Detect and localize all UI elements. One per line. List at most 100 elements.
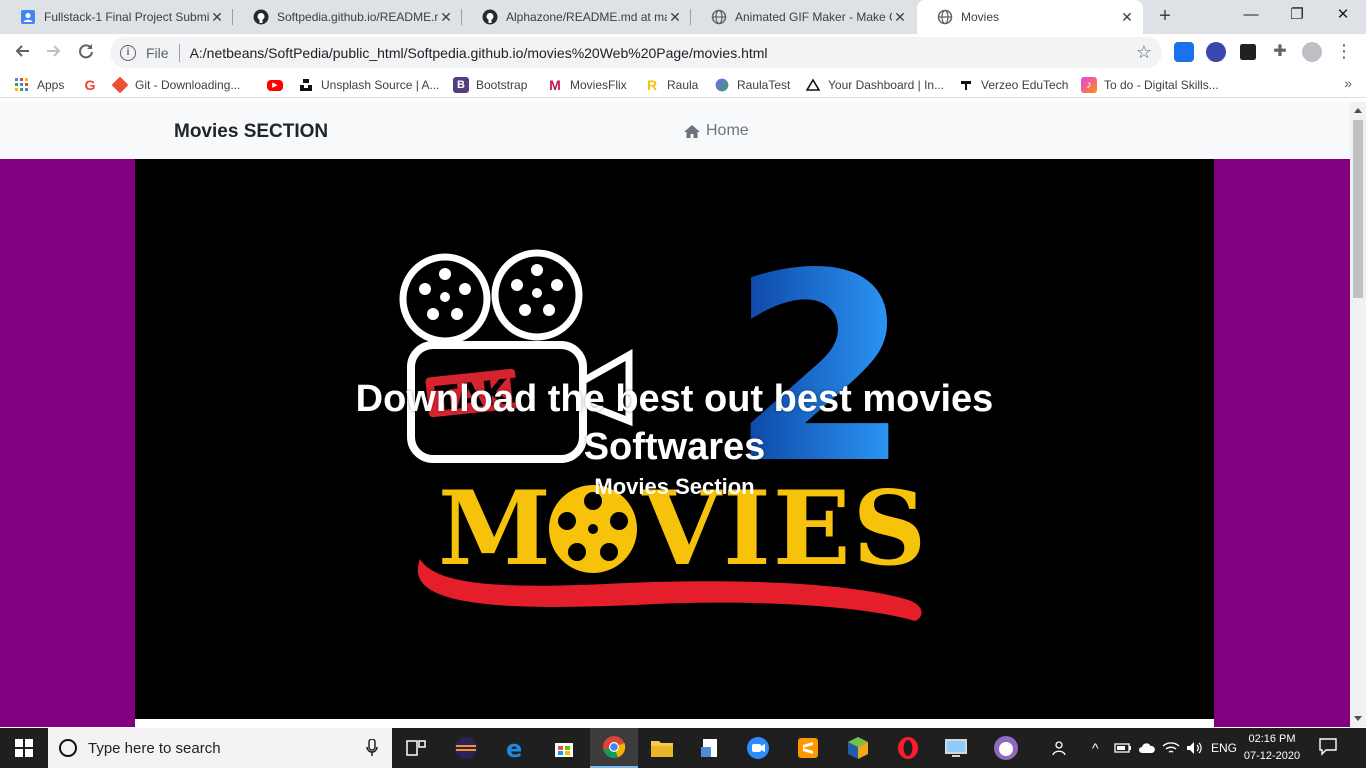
- bookmark-verzeo[interactable]: Verzeo EduTech: [958, 76, 1068, 94]
- reload-button[interactable]: [72, 39, 100, 67]
- tab-title: Movies: [961, 10, 1000, 24]
- cube-extension-icon[interactable]: [1240, 44, 1256, 60]
- tab-alphazone-readme[interactable]: Alphazone/README.md at ma ✕: [462, 0, 691, 34]
- bookmark-youtube[interactable]: ▶: [267, 76, 290, 94]
- forward-button[interactable]: [40, 39, 68, 67]
- chevron-up-icon[interactable]: ^: [1092, 728, 1099, 768]
- language-indicator[interactable]: ENG: [1211, 728, 1237, 768]
- clock-time: 02:16 PM: [1248, 733, 1296, 745]
- forward-arrow-icon: [47, 45, 61, 57]
- info-icon[interactable]: i: [120, 44, 136, 61]
- back-button[interactable]: [8, 39, 36, 67]
- address-bar[interactable]: i File A:/netbeans/SoftPedia/public_html…: [110, 37, 1162, 68]
- google-icon: G: [84, 77, 96, 93]
- start-button[interactable]: [0, 728, 48, 768]
- close-icon[interactable]: ✕: [438, 9, 454, 25]
- more-bookmarks-icon[interactable]: »: [1344, 75, 1352, 91]
- store-icon[interactable]: [540, 728, 588, 768]
- cat-app-icon[interactable]: [982, 728, 1030, 768]
- close-icon[interactable]: ✕: [1119, 9, 1135, 25]
- bookmark-dashboard[interactable]: Your Dashboard | In...: [805, 76, 944, 94]
- close-icon[interactable]: ✕: [209, 9, 225, 25]
- tab-gif-maker[interactable]: Animated GIF Maker - Make G ✕: [691, 0, 916, 34]
- back-arrow-icon: [15, 45, 29, 57]
- bookmark-apps[interactable]: Apps: [14, 76, 64, 94]
- page-scrollbar[interactable]: [1350, 102, 1366, 727]
- microphone-icon[interactable]: [366, 738, 378, 761]
- navbar-brand[interactable]: Movies SECTION: [174, 121, 328, 143]
- windows-taskbar: Type here to search e ^ ENG 02:16 PM 07-…: [0, 728, 1366, 768]
- raula-icon: R: [646, 77, 658, 93]
- menu-kebab-icon[interactable]: ⋮: [1334, 42, 1354, 62]
- puzzle-extensions-icon[interactable]: ✚: [1270, 42, 1290, 62]
- eclipse-icon[interactable]: [442, 728, 490, 768]
- close-window-button[interactable]: ✕: [1320, 0, 1366, 32]
- installer-icon[interactable]: [686, 728, 734, 768]
- edge-icon[interactable]: e: [492, 728, 540, 768]
- chrome-icon[interactable]: [590, 728, 638, 768]
- people-icon[interactable]: [1052, 728, 1070, 768]
- new-tab-button[interactable]: +: [1153, 4, 1177, 28]
- volume-icon[interactable]: [1186, 728, 1204, 768]
- bookmark-raulatest[interactable]: RaulaTest: [714, 76, 790, 94]
- system-clock[interactable]: 02:16 PM 07-12-2020: [1240, 731, 1304, 765]
- url-text: A:/netbeans/SoftPedia/public_html/Softpe…: [189, 44, 768, 61]
- bookmark-google[interactable]: G: [82, 76, 105, 94]
- scroll-up-arrow-icon[interactable]: [1354, 108, 1362, 113]
- wifi-icon[interactable]: [1162, 728, 1180, 768]
- tab-title: Animated GIF Maker - Make G: [735, 10, 892, 24]
- shield-extension-icon[interactable]: [1174, 42, 1194, 62]
- profile-avatar-icon[interactable]: [1302, 42, 1322, 62]
- close-icon[interactable]: ✕: [667, 9, 683, 25]
- search-icon: [59, 739, 77, 757]
- bookmark-git[interactable]: Git - Downloading...: [111, 76, 240, 94]
- nav-home-label: Home: [706, 122, 749, 139]
- close-icon[interactable]: ✕: [892, 9, 908, 25]
- globe-icon: [711, 9, 727, 25]
- tab-softpedia-readme[interactable]: Softpedia.github.io/README.m ✕: [233, 0, 462, 34]
- git-icon: [111, 76, 129, 94]
- bookmark-moviesflix[interactable]: M MoviesFlix: [547, 76, 627, 94]
- search-placeholder: Type here to search: [88, 739, 221, 757]
- nav-home-link[interactable]: Home: [683, 122, 749, 140]
- hero-banner: 2 TAKE MOVIES Download the best out best…: [135, 159, 1214, 719]
- scrollbar-thumb[interactable]: [1353, 120, 1363, 298]
- tab-strip: Fullstack-1 Final Project Submi ✕ Softpe…: [0, 0, 1366, 34]
- extension-icon[interactable]: [1206, 42, 1226, 62]
- page-viewport: Movies SECTION Home 2 TAKE MOVIES Downlo…: [0, 102, 1350, 727]
- site-navbar: Movies SECTION Home: [0, 102, 1350, 159]
- taskbar-search-box[interactable]: Type here to search: [48, 728, 392, 768]
- tab-title: Fullstack-1 Final Project Submi: [44, 10, 209, 24]
- bookmark-bootstrap[interactable]: B Bootstrap: [453, 76, 527, 94]
- opera-icon[interactable]: [884, 728, 932, 768]
- bookmark-label: Verzeo EduTech: [981, 78, 1069, 92]
- virtualbox-icon[interactable]: [834, 728, 882, 768]
- reload-icon: [79, 44, 93, 59]
- bookmark-label: Raula: [667, 78, 699, 92]
- bookmark-unsplash[interactable]: Unsplash Source | A...: [298, 76, 440, 94]
- apps-grid-icon: [14, 77, 30, 93]
- home-icon: [683, 124, 701, 139]
- action-center-icon[interactable]: [1318, 736, 1338, 761]
- bookmark-star-icon[interactable]: ☆: [1136, 42, 1152, 63]
- tab-fullstack[interactable]: Fullstack-1 Final Project Submi ✕: [0, 0, 233, 34]
- remote-desktop-icon[interactable]: [932, 728, 980, 768]
- bookmark-todo[interactable]: ♪ To do - Digital Skills...: [1081, 76, 1219, 94]
- tab-movies[interactable]: Movies ✕: [917, 0, 1143, 34]
- battery-icon[interactable]: [1114, 728, 1132, 768]
- minimize-button[interactable]: —: [1228, 0, 1274, 32]
- bookmark-raula[interactable]: R Raula: [644, 76, 698, 94]
- tab-title: Alphazone/README.md at ma: [506, 10, 667, 24]
- restore-button[interactable]: ❐: [1274, 0, 1320, 32]
- zoom-icon[interactable]: [734, 728, 782, 768]
- bookmark-label: To do - Digital Skills...: [1104, 78, 1219, 92]
- scroll-down-arrow-icon[interactable]: [1354, 716, 1362, 721]
- task-view-icon[interactable]: [392, 728, 440, 768]
- cloud-icon[interactable]: [1138, 728, 1156, 768]
- file-explorer-icon[interactable]: [638, 728, 686, 768]
- bookmark-label: MoviesFlix: [570, 78, 627, 92]
- unsplash-icon: [298, 77, 314, 93]
- sublime-icon[interactable]: [784, 728, 832, 768]
- bookmark-label: RaulaTest: [737, 78, 791, 92]
- tab-title: Softpedia.github.io/README.m: [277, 10, 438, 24]
